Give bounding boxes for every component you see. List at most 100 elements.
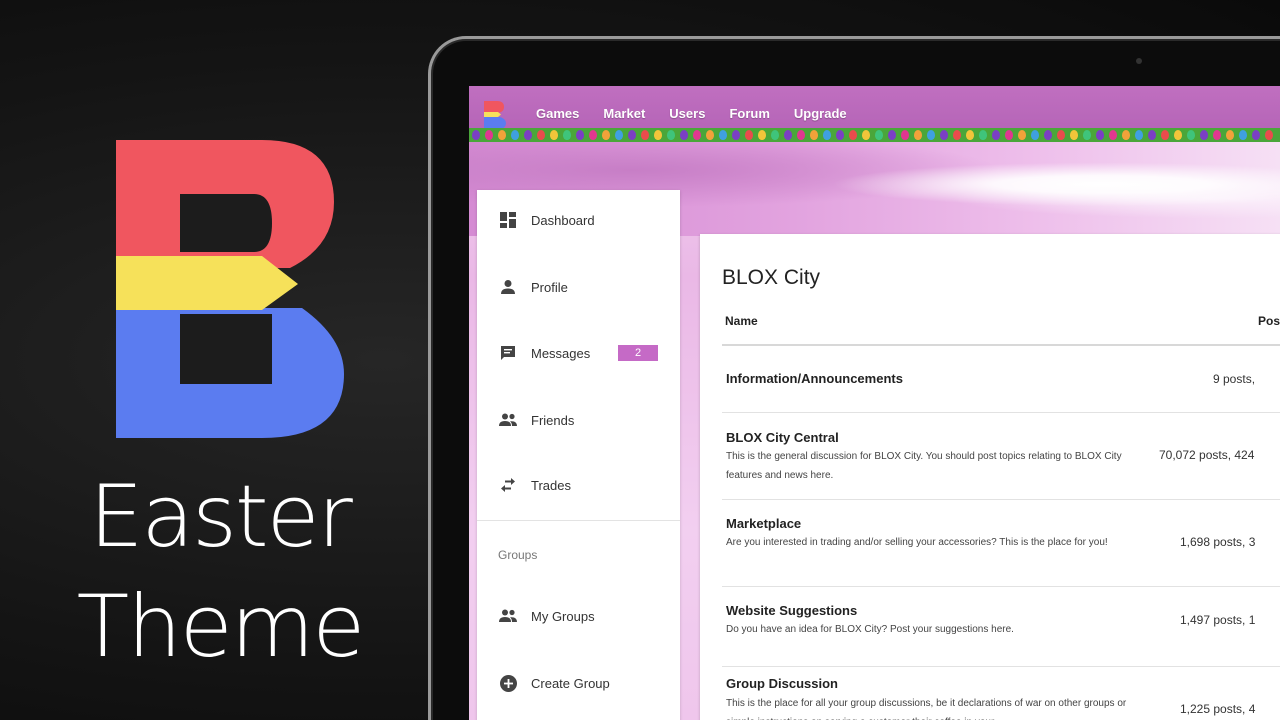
easter-egg-icon [484, 130, 493, 140]
category-description: This is the place for all your group dis… [726, 698, 1127, 720]
sidebar-item-profile[interactable]: Profile [477, 267, 680, 307]
easter-egg-icon [666, 130, 675, 140]
camera-dot [1136, 58, 1142, 64]
category-stats: 1,698 posts, 3 [1180, 535, 1256, 549]
easter-egg-icon [757, 130, 766, 140]
easter-egg-icon [1082, 130, 1091, 140]
easter-egg-icon [1238, 130, 1247, 140]
chat-icon [499, 344, 517, 362]
nav-market[interactable]: Market [603, 106, 645, 121]
forum-category-row[interactable]: Marketplace Are you interested in tradin… [722, 499, 1280, 587]
easter-egg-icon [991, 130, 1000, 140]
column-header-name: Name [725, 314, 758, 328]
easter-egg-icon [497, 130, 506, 140]
easter-egg-icon [1134, 130, 1143, 140]
sidebar-item-my-groups[interactable]: My Groups [477, 596, 680, 636]
add-circle-icon [499, 674, 517, 692]
easter-egg-icon [1212, 130, 1221, 140]
nav-forum[interactable]: Forum [729, 106, 769, 121]
forum-category-row[interactable]: Group Discussion This is the place for a… [722, 666, 1280, 720]
easter-egg-icon [952, 130, 961, 140]
category-title[interactable]: Information/Announcements [726, 371, 903, 386]
category-title[interactable]: Website Suggestions [726, 603, 857, 618]
easter-egg-icon [1004, 130, 1013, 140]
sidebar-item-create-group[interactable]: Create Group [477, 663, 680, 703]
messages-count-badge: 2 [618, 345, 658, 361]
easter-egg-icon [1147, 130, 1156, 140]
forum-title: BLOX City [722, 266, 821, 289]
easter-egg-icon [783, 130, 792, 140]
sidebar-divider [477, 520, 680, 521]
category-stats: 70,072 posts, 424 [1159, 448, 1255, 462]
sidebar-item-dashboard[interactable]: Dashboard [477, 200, 680, 240]
easter-egg-icon [575, 130, 584, 140]
easter-egg-icon [809, 130, 818, 140]
easter-egg-icon [848, 130, 857, 140]
blox-logo-large [116, 140, 344, 438]
easter-egg-icon [1030, 130, 1039, 140]
sidebar-label-my-groups: My Groups [531, 608, 595, 624]
people-icon [499, 411, 517, 429]
dashboard-icon [499, 211, 517, 229]
forum-category-row[interactable]: Information/Announcements 9 posts, [722, 346, 1280, 413]
person-icon [499, 278, 517, 296]
easter-egg-icon [614, 130, 623, 140]
column-header-posts: Pos [1258, 314, 1280, 328]
nav-games[interactable]: Games [536, 106, 579, 121]
easter-egg-icon [1056, 130, 1065, 140]
easter-egg-icon [640, 130, 649, 140]
easter-egg-icon [822, 130, 831, 140]
category-stats: 9 posts, [1213, 372, 1256, 386]
easter-egg-icon [1225, 130, 1234, 140]
easter-egg-icon [679, 130, 688, 140]
nav-users[interactable]: Users [669, 106, 705, 121]
easter-egg-icon [926, 130, 935, 140]
category-title[interactable]: Marketplace [726, 516, 801, 531]
easter-egg-icon [744, 130, 753, 140]
easter-egg-icon [1160, 130, 1169, 140]
forum-category-row[interactable]: BLOX City Central This is the general di… [722, 412, 1280, 500]
promo-title-line1: Easter [89, 467, 353, 567]
easter-egg-icon [562, 130, 571, 140]
category-stats: 1,497 posts, 1 [1180, 613, 1256, 627]
blox-logo-small[interactable] [483, 100, 507, 130]
easter-egg-icon [523, 130, 532, 140]
sidebar: Dashboard Profile Messages 2 Friends Tra… [477, 190, 680, 720]
category-stats: 1,225 posts, 4 [1180, 702, 1256, 716]
sidebar-label-friends: Friends [531, 412, 575, 428]
easter-egg-icon [627, 130, 636, 140]
people-icon [499, 607, 517, 625]
top-navbar: Games Market Users Forum Upgrade [469, 86, 1280, 130]
forum-category-row[interactable]: Website Suggestions Do you have an idea … [722, 586, 1280, 667]
easter-egg-icon [861, 130, 870, 140]
easter-egg-icon [471, 130, 480, 140]
laptop-screen: Games Market Users Forum Upgrade Dashboa… [469, 86, 1280, 720]
easter-egg-icon [692, 130, 701, 140]
promo-title-line2: Theme [76, 577, 366, 677]
easter-egg-icon [1121, 130, 1130, 140]
easter-egg-icon [718, 130, 727, 140]
easter-egg-icon [913, 130, 922, 140]
sidebar-item-trades[interactable]: Trades [477, 465, 680, 505]
easter-egg-icon [939, 130, 948, 140]
easter-egg-icon [588, 130, 597, 140]
category-title[interactable]: BLOX City Central [726, 430, 839, 445]
sidebar-item-messages[interactable]: Messages 2 [477, 333, 680, 373]
category-description: Are you interested in trading and/or sel… [726, 537, 1108, 548]
easter-egg-icon [510, 130, 519, 140]
easter-egg-icon [1069, 130, 1078, 140]
easter-egg-icon [536, 130, 545, 140]
easter-egg-border [469, 128, 1280, 142]
easter-egg-icon [549, 130, 558, 140]
category-title[interactable]: Group Discussion [726, 676, 838, 691]
nav-upgrade[interactable]: Upgrade [794, 106, 847, 121]
sidebar-item-friends[interactable]: Friends [477, 400, 680, 440]
sidebar-label-dashboard: Dashboard [531, 212, 595, 228]
easter-egg-icon [835, 130, 844, 140]
easter-egg-icon [653, 130, 662, 140]
easter-egg-icon [900, 130, 909, 140]
nav-links: Games Market Users Forum Upgrade [536, 106, 871, 121]
easter-egg-icon [770, 130, 779, 140]
easter-egg-icon [705, 130, 714, 140]
easter-egg-icon [874, 130, 883, 140]
